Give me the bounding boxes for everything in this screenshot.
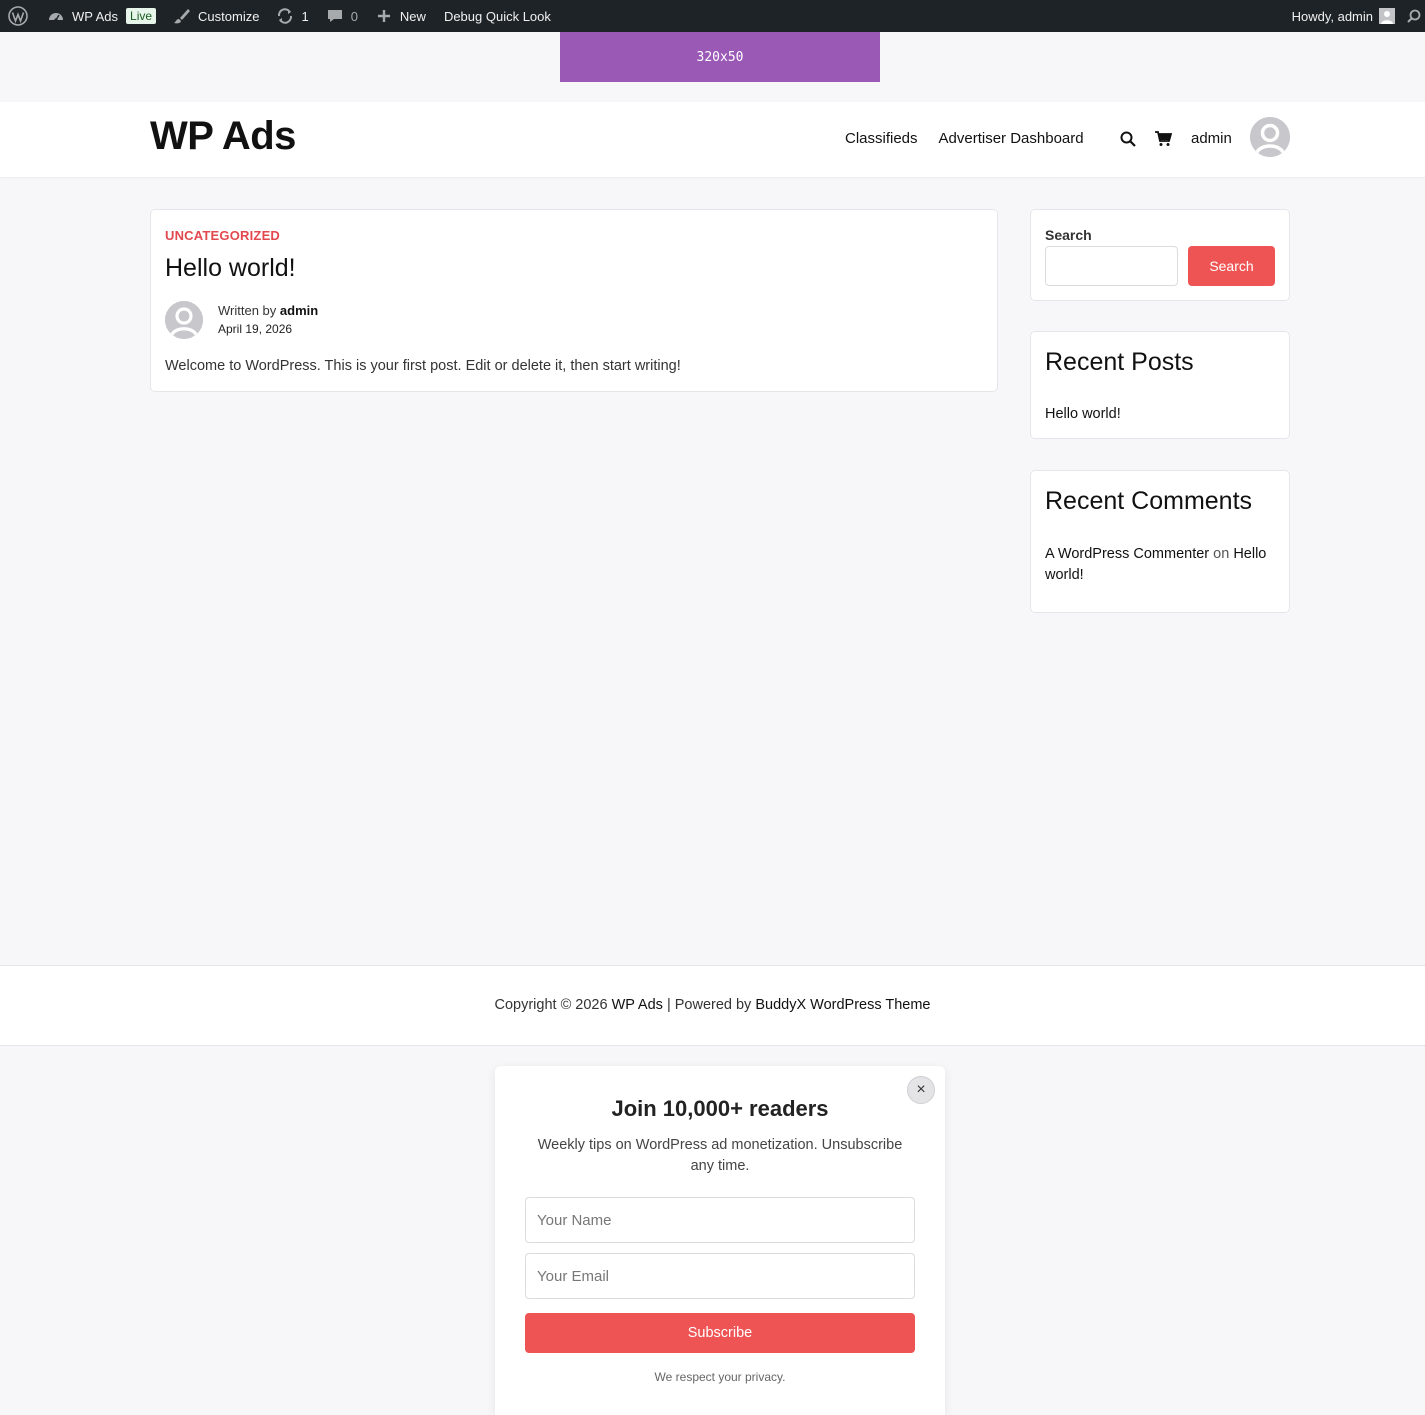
recent-post-link[interactable]: Hello world! xyxy=(1045,406,1121,422)
howdy-label: Howdy, admin xyxy=(1291,8,1373,24)
plus-icon xyxy=(374,6,394,26)
popup-title: Join 10,000+ readers xyxy=(611,1096,829,1121)
privacy-note: We respect your privacy. xyxy=(654,1370,786,1384)
my-account-menu[interactable]: Howdy, admin xyxy=(1284,0,1403,32)
recent-comments-title: Recent Comments xyxy=(1045,487,1253,515)
nav-item-advertiser-dashboard[interactable]: Advertiser Dashboard xyxy=(939,130,1084,147)
admin-bar: WP Ads Live Customize 1 0 New Debug Quic… xyxy=(0,0,1425,32)
powered-by-label: | Powered by xyxy=(666,997,752,1013)
search-icon[interactable] xyxy=(1119,130,1137,148)
comments-count: 0 xyxy=(350,8,358,24)
updates-count: 1 xyxy=(301,8,309,24)
footer-copyright: Copyright © 2026 WP Ads | Powered by Bud… xyxy=(0,997,1425,1013)
popup-description: Weekly tips on WordPress ad monetization… xyxy=(537,1137,903,1174)
ad-banner-label: 320x50 xyxy=(696,49,744,65)
nav-item-classifieds[interactable]: Classifieds xyxy=(845,130,918,147)
email-field[interactable] xyxy=(525,1253,915,1299)
written-by-label: Written by xyxy=(218,303,277,318)
ad-banner-320x50[interactable]: 320x50 xyxy=(560,32,880,82)
post-date: April 19, 2026 xyxy=(218,322,293,336)
admin-search-icon xyxy=(1407,9,1421,23)
updates-link[interactable]: 1 xyxy=(267,0,316,32)
admin-avatar xyxy=(1379,8,1395,24)
recent-comment-item: A WordPress Commenter on Hello world! xyxy=(1045,544,1279,586)
copyright-label: Copyright © 2026 xyxy=(494,997,608,1013)
site-header: WP Ads Classifieds Advertiser Dashboard … xyxy=(0,102,1425,177)
new-label: New xyxy=(399,8,426,24)
brush-icon xyxy=(172,6,192,26)
search-input[interactable] xyxy=(1045,246,1178,286)
recent-posts-widget: Recent Posts Hello world! xyxy=(1030,331,1290,439)
comment-on-label: on xyxy=(1213,546,1230,562)
customize-label: Customize xyxy=(198,8,260,24)
comments-link[interactable]: 0 xyxy=(317,0,366,32)
live-badge: Live xyxy=(126,8,157,24)
comment-icon xyxy=(325,6,345,26)
post-byline: Written by admin xyxy=(218,303,318,318)
post-title[interactable]: Hello world! xyxy=(165,254,296,283)
site-name-label: WP Ads xyxy=(72,8,119,24)
main-navigation: Classifieds Advertiser Dashboard xyxy=(845,130,1084,147)
name-field[interactable] xyxy=(525,1197,915,1243)
wordpress-logo-menu[interactable] xyxy=(0,0,36,32)
site-name-menu[interactable]: WP Ads Live xyxy=(36,0,164,32)
author-avatar xyxy=(165,301,203,339)
search-button[interactable]: Search xyxy=(1188,246,1275,286)
search-widget: Search Search xyxy=(1030,209,1290,301)
debug-label: Debug Quick Look xyxy=(443,8,551,24)
site-footer: Copyright © 2026 WP Ads | Powered by Bud… xyxy=(0,965,1425,1046)
search-label: Search xyxy=(1045,227,1092,243)
post-author-link[interactable]: admin xyxy=(280,303,318,318)
newsletter-popup: × Join 10,000+ readers Weekly tips on Wo… xyxy=(495,1066,945,1415)
subscribe-button[interactable]: Subscribe xyxy=(525,1313,915,1353)
customize-link[interactable]: Customize xyxy=(164,0,267,32)
dashboard-icon xyxy=(46,6,66,26)
updates-icon xyxy=(275,6,295,26)
footer-theme-link[interactable]: BuddyX WordPress Theme xyxy=(755,997,930,1013)
recent-comments-widget: Recent Comments A WordPress Commenter on… xyxy=(1030,470,1290,613)
recent-posts-title: Recent Posts xyxy=(1045,348,1194,376)
site-title[interactable]: WP Ads xyxy=(150,114,296,159)
post-category[interactable]: UNCATEGORIZED xyxy=(165,228,280,243)
wordpress-logo-icon xyxy=(8,6,28,26)
new-content-menu[interactable]: New xyxy=(366,0,434,32)
post-card: UNCATEGORIZED Hello world! Written by ad… xyxy=(150,209,998,392)
debug-quick-look-menu[interactable]: Debug Quick Look xyxy=(434,0,559,32)
header-user-avatar[interactable] xyxy=(1250,117,1290,157)
commenter-link[interactable]: A WordPress Commenter xyxy=(1045,546,1209,562)
admin-search-toggle[interactable] xyxy=(1403,0,1425,32)
post-excerpt: Welcome to WordPress. This is your first… xyxy=(165,358,681,374)
footer-site-link[interactable]: WP Ads xyxy=(612,997,663,1013)
header-user-name[interactable]: admin xyxy=(1191,130,1232,147)
cart-icon[interactable] xyxy=(1154,130,1172,148)
admin-bar-secondary: Howdy, admin xyxy=(1284,0,1425,32)
